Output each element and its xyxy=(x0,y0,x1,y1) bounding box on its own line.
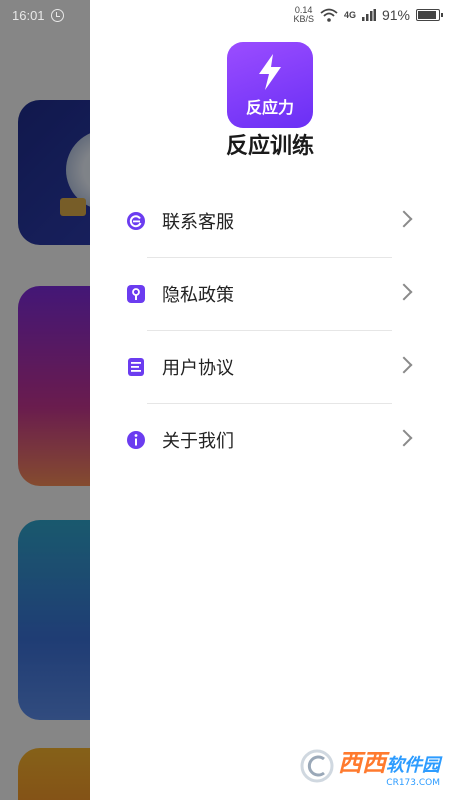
info-icon xyxy=(126,430,146,450)
menu-item-user-agreement[interactable]: 用户协议 xyxy=(90,330,450,403)
alarm-icon xyxy=(50,9,64,22)
battery-icon xyxy=(416,9,443,21)
menu-item-label: 用户协议 xyxy=(162,357,234,379)
chevron-right-icon xyxy=(395,283,413,301)
agreement-icon xyxy=(126,357,146,377)
menu-item-customer-service[interactable]: 联系客服 xyxy=(90,184,450,257)
network-speed-unit: KB/S xyxy=(293,14,314,24)
network-type: 4G xyxy=(343,10,356,20)
chevron-right-icon xyxy=(395,210,413,228)
lightning-icon xyxy=(259,54,281,90)
network-speed: 0.14 KB/S xyxy=(293,6,314,24)
status-bar-right: 0.14 KB/S 4G 91% xyxy=(293,6,443,24)
privacy-icon xyxy=(126,284,146,304)
app-name: 反应训练 xyxy=(225,134,314,159)
chevron-right-icon xyxy=(395,429,413,447)
battery-fill xyxy=(418,11,437,19)
menu-item-label: 联系客服 xyxy=(162,211,234,233)
watermark-brand2: 软件园 xyxy=(386,755,440,776)
watermark-url: CR173.COM xyxy=(386,778,440,788)
menu-item-label: 隐私政策 xyxy=(162,284,234,306)
status-time: 16:01 xyxy=(12,8,45,23)
app-logo: 反应力 xyxy=(227,42,313,128)
chevron-right-icon xyxy=(395,356,413,374)
side-drawer: 0.14 KB/S 4G 91% 反应力 反应训练 联系客服 隐私政策 用户协议… xyxy=(90,0,450,800)
watermark-brand: 西西 xyxy=(338,749,386,777)
watermark-logo-icon xyxy=(300,749,334,782)
watermark: 西西软件园 CR173.COM xyxy=(300,743,440,788)
wifi-icon xyxy=(320,8,338,22)
status-bar-left: 16:01 xyxy=(12,8,64,23)
logo-text: 反应力 xyxy=(245,98,294,117)
menu-item-privacy-policy[interactable]: 隐私政策 xyxy=(90,257,450,330)
menu-item-about-us[interactable]: 关于我们 xyxy=(90,403,450,476)
signal-icon xyxy=(361,9,376,21)
customer-service-icon xyxy=(126,211,146,231)
battery-percent: 91% xyxy=(381,7,410,23)
menu-item-label: 关于我们 xyxy=(162,430,234,452)
drawer-menu: 联系客服 隐私政策 用户协议 关于我们 xyxy=(90,184,450,476)
